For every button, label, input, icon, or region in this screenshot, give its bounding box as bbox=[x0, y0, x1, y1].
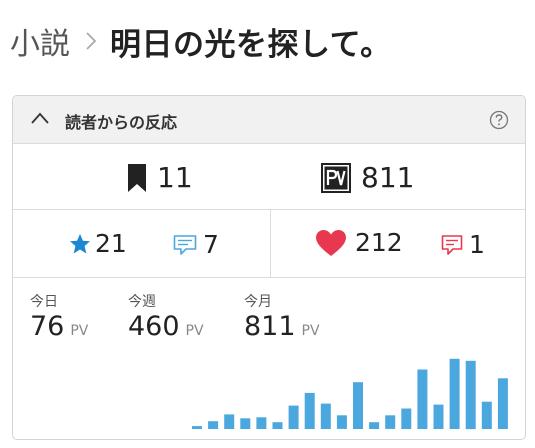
chart-bar bbox=[481, 401, 492, 429]
pv-total-stat[interactable]: 811 bbox=[321, 161, 414, 194]
chart-bar bbox=[224, 414, 235, 429]
star-icon bbox=[70, 233, 90, 253]
chart-bar bbox=[417, 369, 428, 429]
chart-bar bbox=[288, 405, 299, 429]
breadcrumb: 小説 明日の光を探して。 bbox=[10, 18, 392, 64]
pv-week-unit: PV bbox=[185, 323, 204, 339]
chart-bar bbox=[465, 360, 476, 430]
breadcrumb-root-link[interactable]: 小説 bbox=[10, 19, 70, 63]
review-count: 7 bbox=[203, 230, 219, 259]
chart-bar bbox=[336, 415, 347, 429]
chart-bar bbox=[256, 417, 267, 429]
pv-month-label: 今月 bbox=[244, 294, 272, 310]
pv-week-label: 今週 bbox=[128, 294, 156, 310]
chart-bar bbox=[353, 382, 363, 429]
bookmark-count: 11 bbox=[157, 161, 193, 194]
bookmark-stat[interactable]: 11 bbox=[127, 161, 193, 194]
chart-bar bbox=[208, 421, 219, 429]
pv-week-value: 460 bbox=[128, 311, 180, 342]
comment-stat[interactable]: 1 bbox=[441, 230, 485, 259]
pv-week: 今週 460 PV bbox=[128, 291, 204, 342]
star-count: 21 bbox=[95, 229, 127, 258]
bookmark-icon bbox=[128, 163, 146, 192]
chart-bar bbox=[240, 418, 251, 429]
chart-bar bbox=[497, 378, 508, 429]
pv-icon bbox=[321, 162, 351, 193]
chart-bar bbox=[433, 404, 444, 429]
pv-bar-chart bbox=[192, 358, 508, 430]
heart-icon bbox=[316, 229, 346, 256]
heart-count: 212 bbox=[355, 228, 403, 257]
pv-today: 今日 76 PV bbox=[30, 291, 88, 342]
pv-month-value: 811 bbox=[244, 311, 296, 342]
reader-reactions-panel: 読者からの反応 11 811 21 7 212 1 今日 76 PV 今週 46… bbox=[12, 95, 526, 440]
chart-bar bbox=[272, 422, 283, 429]
chevron-right-icon bbox=[86, 32, 97, 50]
page-title: 明日の光を探して。 bbox=[110, 26, 392, 63]
pv-today-label: 今日 bbox=[30, 294, 58, 310]
heart-stat[interactable]: 212 bbox=[315, 228, 403, 257]
summary-row: 11 811 bbox=[13, 144, 525, 210]
row-divider bbox=[270, 210, 271, 277]
chart-bar bbox=[320, 403, 331, 429]
chart-bar bbox=[385, 415, 396, 429]
review-stat[interactable]: 7 bbox=[173, 230, 219, 259]
chart-bar bbox=[192, 426, 202, 429]
comment-count: 1 bbox=[469, 230, 485, 259]
chevron-up-icon[interactable] bbox=[29, 110, 51, 126]
chart-bar bbox=[449, 358, 460, 429]
star-stat[interactable]: 21 bbox=[69, 229, 127, 258]
chart-bar bbox=[304, 392, 315, 429]
panel-header[interactable]: 読者からの反応 bbox=[13, 96, 525, 144]
pv-month-unit: PV bbox=[301, 323, 320, 339]
panel-title: 読者からの反応 bbox=[65, 113, 178, 132]
help-icon[interactable] bbox=[489, 110, 509, 130]
comment-icon bbox=[441, 234, 463, 255]
pv-total-count: 811 bbox=[361, 161, 415, 194]
pv-today-unit: PV bbox=[70, 323, 89, 339]
review-icon bbox=[173, 234, 197, 255]
chart-bar bbox=[401, 408, 412, 429]
chart-bar bbox=[369, 422, 380, 429]
pv-today-value: 76 bbox=[30, 311, 65, 342]
pv-month: 今月 811 PV bbox=[244, 291, 320, 342]
reactions-row: 21 7 212 1 bbox=[13, 210, 525, 278]
